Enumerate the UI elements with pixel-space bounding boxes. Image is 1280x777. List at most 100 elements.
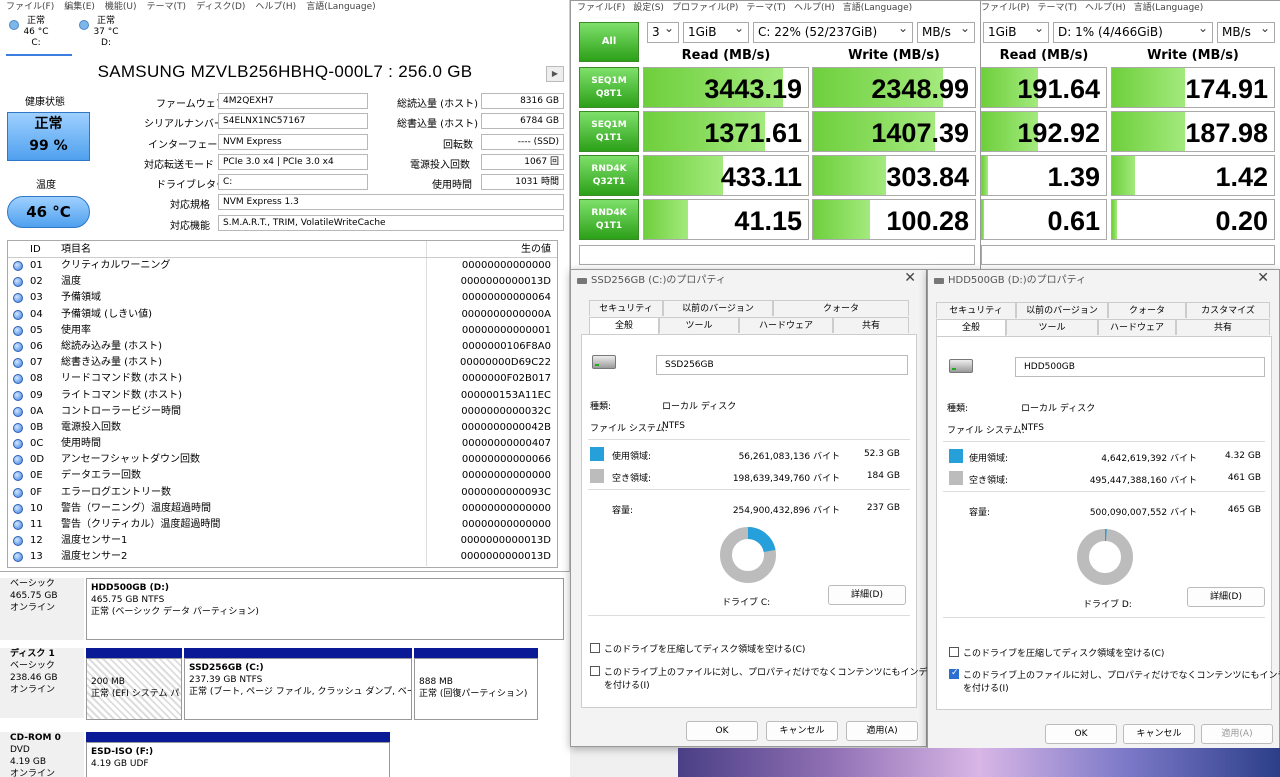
partition-bar (86, 732, 390, 742)
comment-field[interactable] (981, 245, 1275, 265)
partition-f[interactable]: ESD-ISO (F:) 4.19 GB UDF (86, 742, 390, 777)
smart-row[interactable]: 0E データエラー回数 00000000000000 (8, 468, 557, 485)
unit-select[interactable]: MB/s (917, 19, 975, 43)
test-button[interactable]: RND4K Q32T1 (579, 155, 639, 196)
menu-help[interactable]: ヘルプ(H) (794, 1, 835, 17)
menu-file[interactable]: ファイル(F) (577, 1, 625, 17)
close-icon[interactable]: ✕ (904, 270, 916, 286)
compress-checkbox[interactable] (949, 647, 959, 657)
size-select[interactable]: 1GiB (983, 19, 1049, 43)
drive-chip-c[interactable]: 正常 46 °C C: (6, 16, 66, 56)
drive-select[interactable]: D: 1% (4/466GiB) (1053, 19, 1213, 43)
size-select[interactable]: 1GiB (683, 19, 749, 43)
smart-row[interactable]: 06 総読み込み量 (ホスト) 0000000106F8A0 (8, 338, 557, 356)
menu-theme[interactable]: テーマ(T) (1037, 1, 1077, 17)
disk0-label[interactable]: ベーシック 465.75 GB オンライン (0, 578, 84, 640)
index-checkbox[interactable] (590, 666, 600, 676)
count-select[interactable]: 3 (647, 19, 679, 43)
health-status-badge[interactable]: 正常 99 % (7, 112, 90, 161)
index-checkbox[interactable] (949, 668, 959, 679)
partition-c[interactable]: SSD256GB (C:) 237.39 GB NTFS 正常 (ブート, ペー… (184, 658, 412, 720)
smart-row[interactable]: 07 総書き込み量 (ホスト) 00000000D69C22 (8, 355, 557, 372)
menu-language[interactable]: 言語(Language) (306, 0, 375, 16)
apply-button[interactable]: 適用(A) (846, 721, 918, 741)
cdrom-label[interactable]: CD-ROM 0 DVD 4.19 GB オンライン (0, 732, 84, 777)
tab-sharing[interactable]: 共有 (1176, 319, 1270, 335)
menu-help[interactable]: ヘルプ(H) (1085, 1, 1126, 17)
ok-button[interactable]: OK (1045, 724, 1117, 744)
temperature-badge[interactable]: 46 °C (7, 196, 90, 228)
menu-file[interactable]: ファイル(F) (6, 0, 54, 16)
smart-table[interactable]: ID 項目名 生の値 01 クリティカルワーニング 00000000000000 02… (7, 240, 558, 568)
apply-button[interactable]: 適用(A) (1201, 724, 1273, 744)
tab-sharing[interactable]: 共有 (833, 317, 909, 333)
smart-row[interactable]: 01 クリティカルワーニング 00000000000000 (8, 258, 557, 275)
tab-previous-versions[interactable]: 以前のバージョン (1016, 302, 1108, 318)
next-drive-button[interactable]: ▶ (546, 66, 564, 82)
menu-profile[interactable]: プロファイル(P) (672, 1, 738, 17)
smart-row[interactable]: 04 予備領域 (しきい値) 0000000000000A (8, 306, 557, 323)
smart-row[interactable]: 11 警告（クリティカル）温度超過時間 00000000000000 (8, 517, 557, 534)
smart-row[interactable]: 03 予備領域 00000000000064 (8, 290, 557, 307)
menu-language[interactable]: 言語(Language) (843, 1, 912, 17)
smart-row[interactable]: 05 使用率 00000000000001 (8, 322, 557, 339)
details-button[interactable]: 詳細(D) (1187, 587, 1265, 607)
menu-edit[interactable]: 編集(E) (64, 0, 95, 16)
cancel-button[interactable]: キャンセル (1123, 724, 1195, 744)
smart-row[interactable]: 0D アンセーフシャットダウン回数 00000000000066 (8, 452, 557, 469)
col-name[interactable]: 項目名 (57, 241, 427, 257)
volume-name-input[interactable]: HDD500GB (1015, 357, 1265, 377)
volume-name-input[interactable]: SSD256GB (656, 355, 908, 375)
tab-security[interactable]: セキュリティ (936, 302, 1016, 318)
smart-row[interactable]: 09 ライトコマンド数 (ホスト) 000000153A11EC (8, 387, 557, 404)
menu-profile[interactable]: プロファイル(P) (981, 1, 1029, 17)
smart-row[interactable]: 02 温度 0000000000013D (8, 274, 557, 291)
smart-row[interactable]: 0B 電源投入回数 0000000000042B (8, 419, 557, 437)
col-raw[interactable]: 生の値 (427, 241, 557, 257)
tab-hardware[interactable]: ハードウェア (739, 317, 833, 333)
tab-tools[interactable]: ツール (659, 317, 739, 333)
ok-button[interactable]: OK (686, 721, 758, 741)
partition-d[interactable]: HDD500GB (D:) 465.75 GB NTFS 正常 (ベーシック デ… (86, 578, 564, 640)
smart-row[interactable]: 0F エラーログエントリー数 0000000000093C (8, 484, 557, 501)
write-bar (1112, 156, 1135, 195)
tab-hardware[interactable]: ハードウェア (1098, 319, 1176, 335)
smart-row[interactable]: 08 リードコマンド数 (ホスト) 0000000F02B017 (8, 371, 557, 388)
menu-theme[interactable]: テーマ(T) (746, 1, 786, 17)
tab-security[interactable]: セキュリティ (589, 300, 663, 316)
disk1-label[interactable]: ディスク 1 ベーシック 238.46 GB オンライン (0, 648, 84, 718)
col-id[interactable]: ID (30, 241, 57, 257)
menu-help[interactable]: ヘルプ(H) (255, 0, 296, 16)
menu-theme[interactable]: テーマ(T) (147, 0, 187, 16)
test-button[interactable]: SEQ1M Q8T1 (579, 67, 639, 108)
smart-row[interactable]: 12 温度センサー1 0000000000013D (8, 533, 557, 550)
menu-settings[interactable]: 設定(S) (633, 1, 664, 17)
tab-tools[interactable]: ツール (1006, 319, 1098, 335)
test-button[interactable]: RND4K Q1T1 (579, 199, 639, 240)
menu-disk[interactable]: ディスク(D) (196, 0, 245, 16)
partition-recovery[interactable]: 888 MB 正常 (回復パーティション) (414, 658, 538, 720)
all-button[interactable]: All (579, 22, 639, 62)
drive-select[interactable]: C: 22% (52/237GiB) (753, 19, 913, 43)
partition-efi[interactable]: 200 MB 正常 (EFI システム パ (86, 658, 182, 720)
compress-checkbox[interactable] (590, 643, 600, 653)
tab-customize[interactable]: カスタマイズ (1186, 302, 1270, 318)
tab-general[interactable]: 全般 (589, 317, 659, 335)
menu-language[interactable]: 言語(Language) (1134, 1, 1203, 17)
drive-chip-d[interactable]: 正常 37 °C D: (76, 16, 136, 56)
smart-row[interactable]: 0C 使用時間 00000000000407 (8, 436, 557, 453)
unit-select[interactable]: MB/s (1217, 19, 1275, 43)
menu-function[interactable]: 機能(U) (105, 0, 137, 16)
smart-row[interactable]: 10 警告（ワーニング）温度超過時間 00000000000000 (8, 500, 557, 517)
comment-field[interactable] (579, 245, 975, 265)
smart-row[interactable]: 0A コントローラービジー時間 0000000000032C (8, 403, 557, 420)
tab-previous-versions[interactable]: 以前のバージョン (663, 300, 773, 316)
tab-general[interactable]: 全般 (936, 319, 1006, 337)
test-button[interactable]: SEQ1M Q1T1 (579, 111, 639, 152)
tab-quota[interactable]: クォータ (1108, 302, 1186, 318)
cancel-button[interactable]: キャンセル (766, 721, 838, 741)
details-button[interactable]: 詳細(D) (828, 585, 906, 605)
smart-row[interactable]: 13 温度センサー2 0000000000013D (8, 549, 557, 566)
close-icon[interactable]: ✕ (1257, 270, 1269, 286)
tab-quota[interactable]: クォータ (773, 300, 909, 316)
